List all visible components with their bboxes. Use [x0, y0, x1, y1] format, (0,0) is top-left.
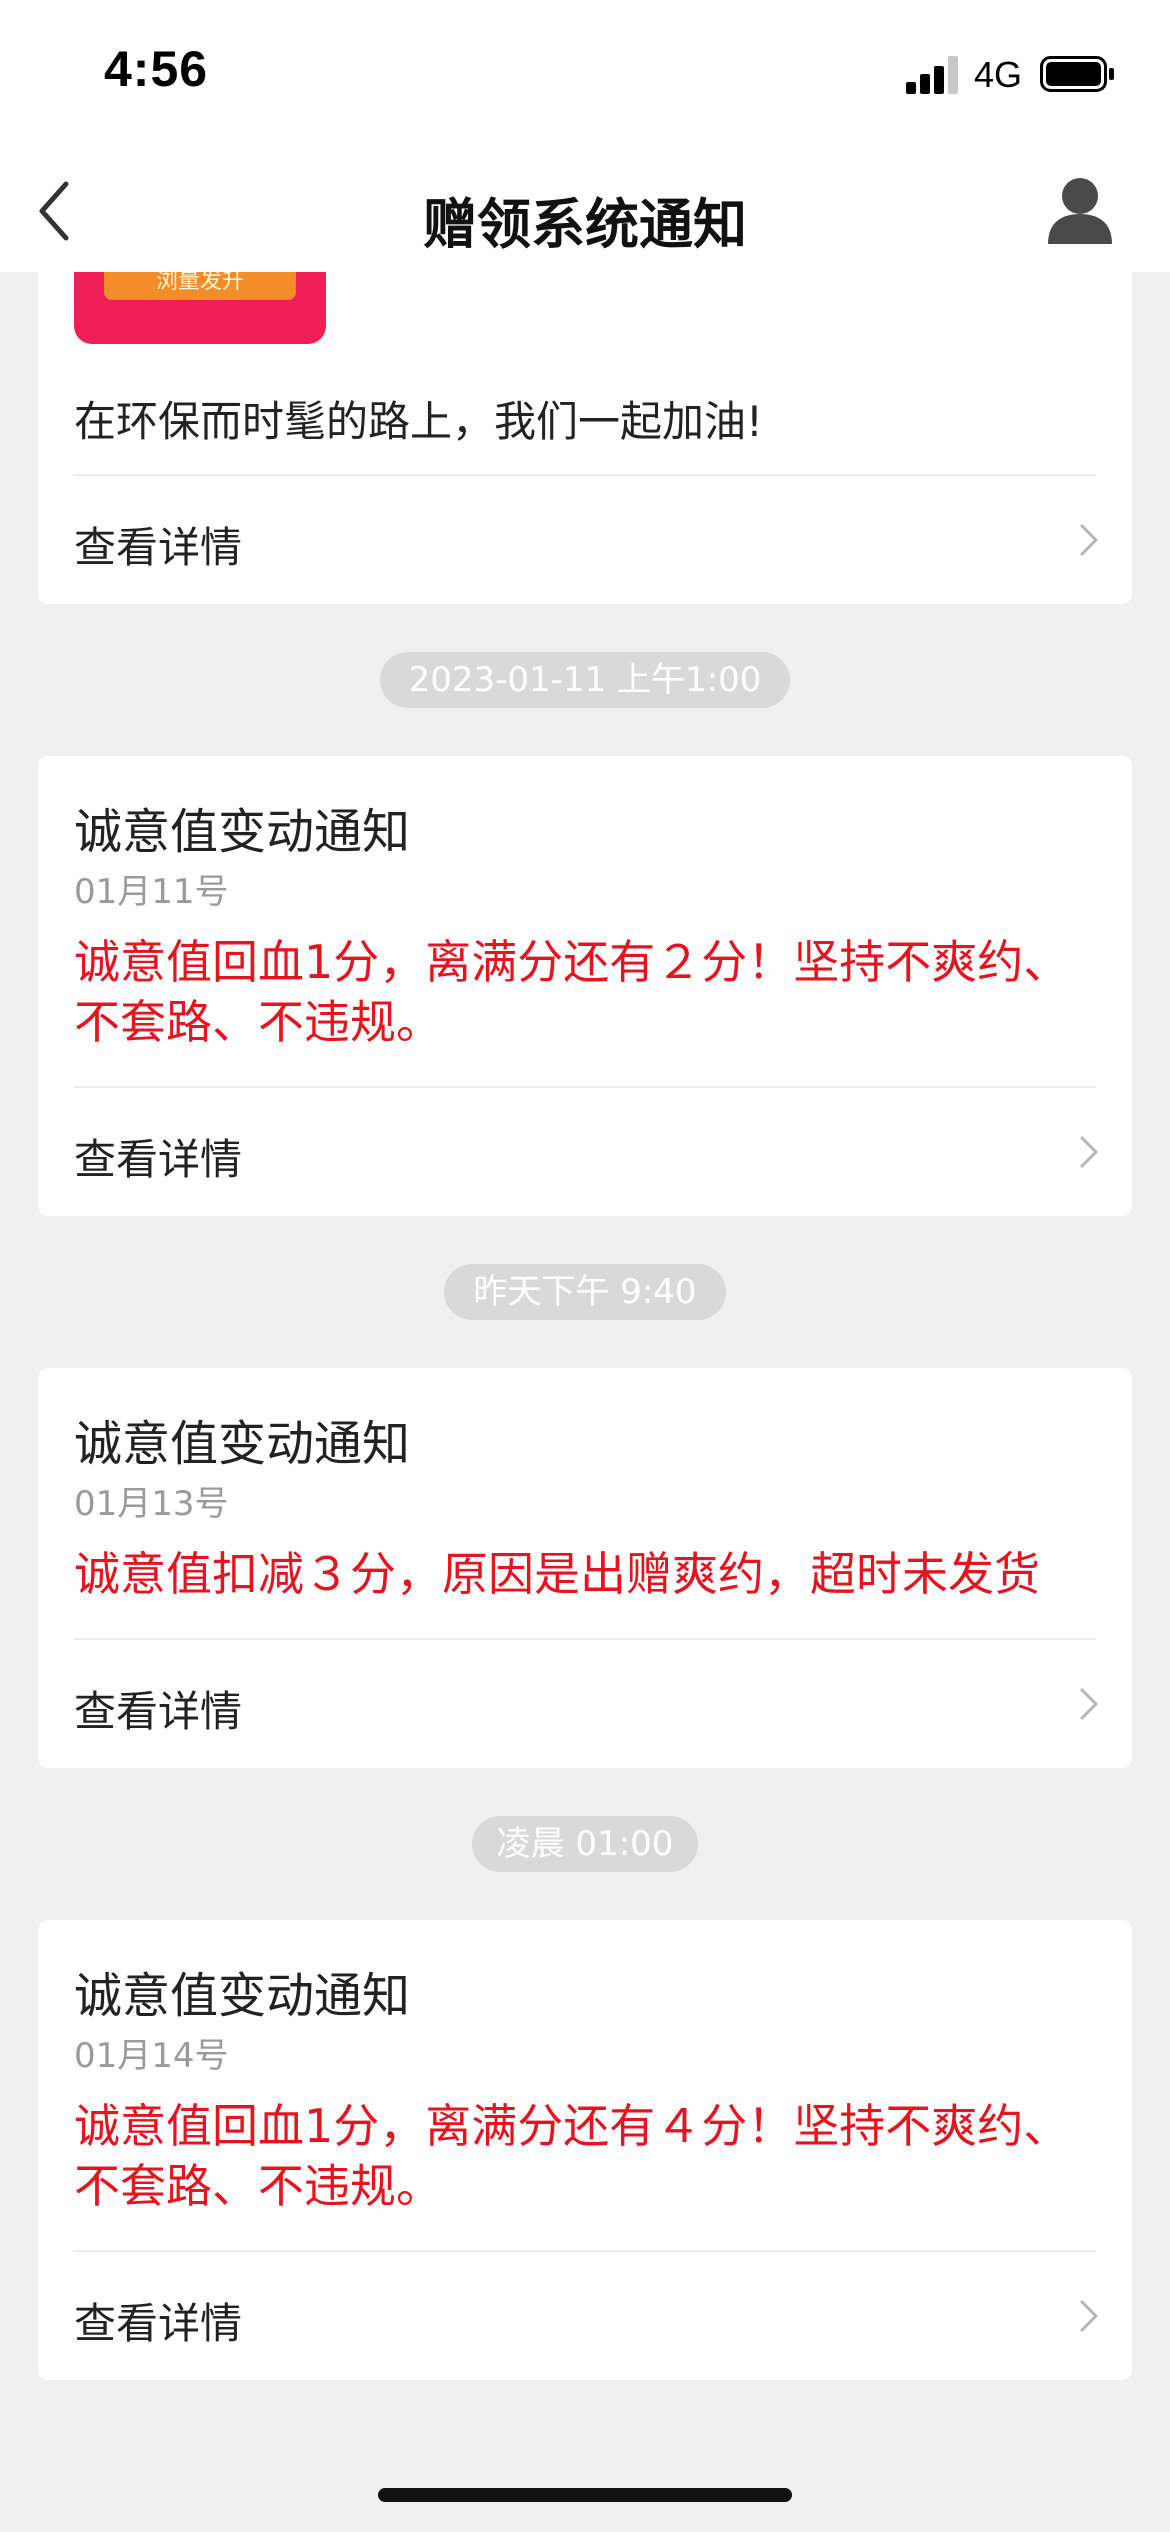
message-card: 诚意值变动通知 01月14号 诚意值回血1分，离满分还有４分！坚持不爽约、不套路…: [38, 1920, 1132, 2380]
promo-ribbon-text: 浏量发升: [155, 272, 244, 294]
view-details-label: 查看详情: [74, 523, 243, 572]
screen: 4:56 4G 赠领系统通知 浏量发升 在环保而时髦的路上，我们一起加油! 查看…: [0, 0, 1170, 2532]
status-bar: 4:56 4G: [0, 0, 1170, 150]
promo-banner[interactable]: 浏量发升: [74, 272, 326, 344]
message-list: 浏量发升 在环保而时髦的路上，我们一起加油! 查看详情 2023-01-11 上…: [0, 0, 1170, 2532]
view-details-label: 查看详情: [74, 1687, 243, 1736]
message-title: 诚意值变动通知: [74, 1968, 411, 2024]
message-card: 诚意值变动通知 01月13号 诚意值扣减３分，原因是出赠爽约，超时未发货 查看详…: [38, 1368, 1132, 1768]
message-card: 诚意值变动通知 01月11号 诚意值回血1分，离满分还有２分！坚持不爽约、不套路…: [38, 756, 1132, 1216]
message-body: 诚意值回血1分，离满分还有２分！坚持不爽约、不套路、不违规。: [74, 935, 1070, 1049]
message-title: 诚意值变动通知: [74, 1416, 411, 1472]
battery-icon: [1040, 56, 1114, 92]
message-body: 诚意值回血1分，离满分还有４分！坚持不爽约、不套路、不违规。: [74, 2099, 1070, 2213]
network-label: 4G: [974, 54, 1023, 95]
message-date: 01月14号: [74, 2036, 229, 2076]
message-body: 在环保而时髦的路上，我们一起加油!: [74, 397, 763, 446]
view-details-label: 查看详情: [74, 2299, 243, 2348]
home-indicator[interactable]: [378, 2488, 792, 2502]
message-date: 01月11号: [74, 872, 229, 912]
message-body: 诚意值扣减３分，原因是出赠爽约，超时未发货: [74, 1547, 1040, 1601]
message-date: 01月13号: [74, 1484, 229, 1524]
person-icon[interactable]: [1046, 174, 1114, 246]
page-title: 赠领系统通知: [423, 193, 747, 256]
view-details-button[interactable]: 查看详情: [38, 476, 1132, 602]
timestamp-pill: 昨天下午 9:40: [444, 1264, 726, 1320]
view-details-button[interactable]: 查看详情: [38, 1088, 1132, 1214]
view-details-button[interactable]: 查看详情: [38, 1640, 1132, 1766]
signal-bars-icon: [906, 56, 958, 94]
chevron-right-icon: [1080, 524, 1098, 556]
view-details-label: 查看详情: [74, 1135, 243, 1184]
chevron-right-icon: [1080, 1688, 1098, 1720]
timestamp-pill: 2023-01-11 上午1:00: [380, 652, 790, 708]
nav-bar: 赠领系统通知: [0, 150, 1170, 272]
chevron-right-icon: [1080, 2300, 1098, 2332]
message-title: 诚意值变动通知: [74, 804, 411, 860]
chevron-right-icon: [1080, 1136, 1098, 1168]
view-details-button[interactable]: 查看详情: [38, 2252, 1132, 2378]
timestamp-pill: 凌晨 01:00: [472, 1816, 698, 1872]
status-time: 4:56: [104, 41, 209, 97]
